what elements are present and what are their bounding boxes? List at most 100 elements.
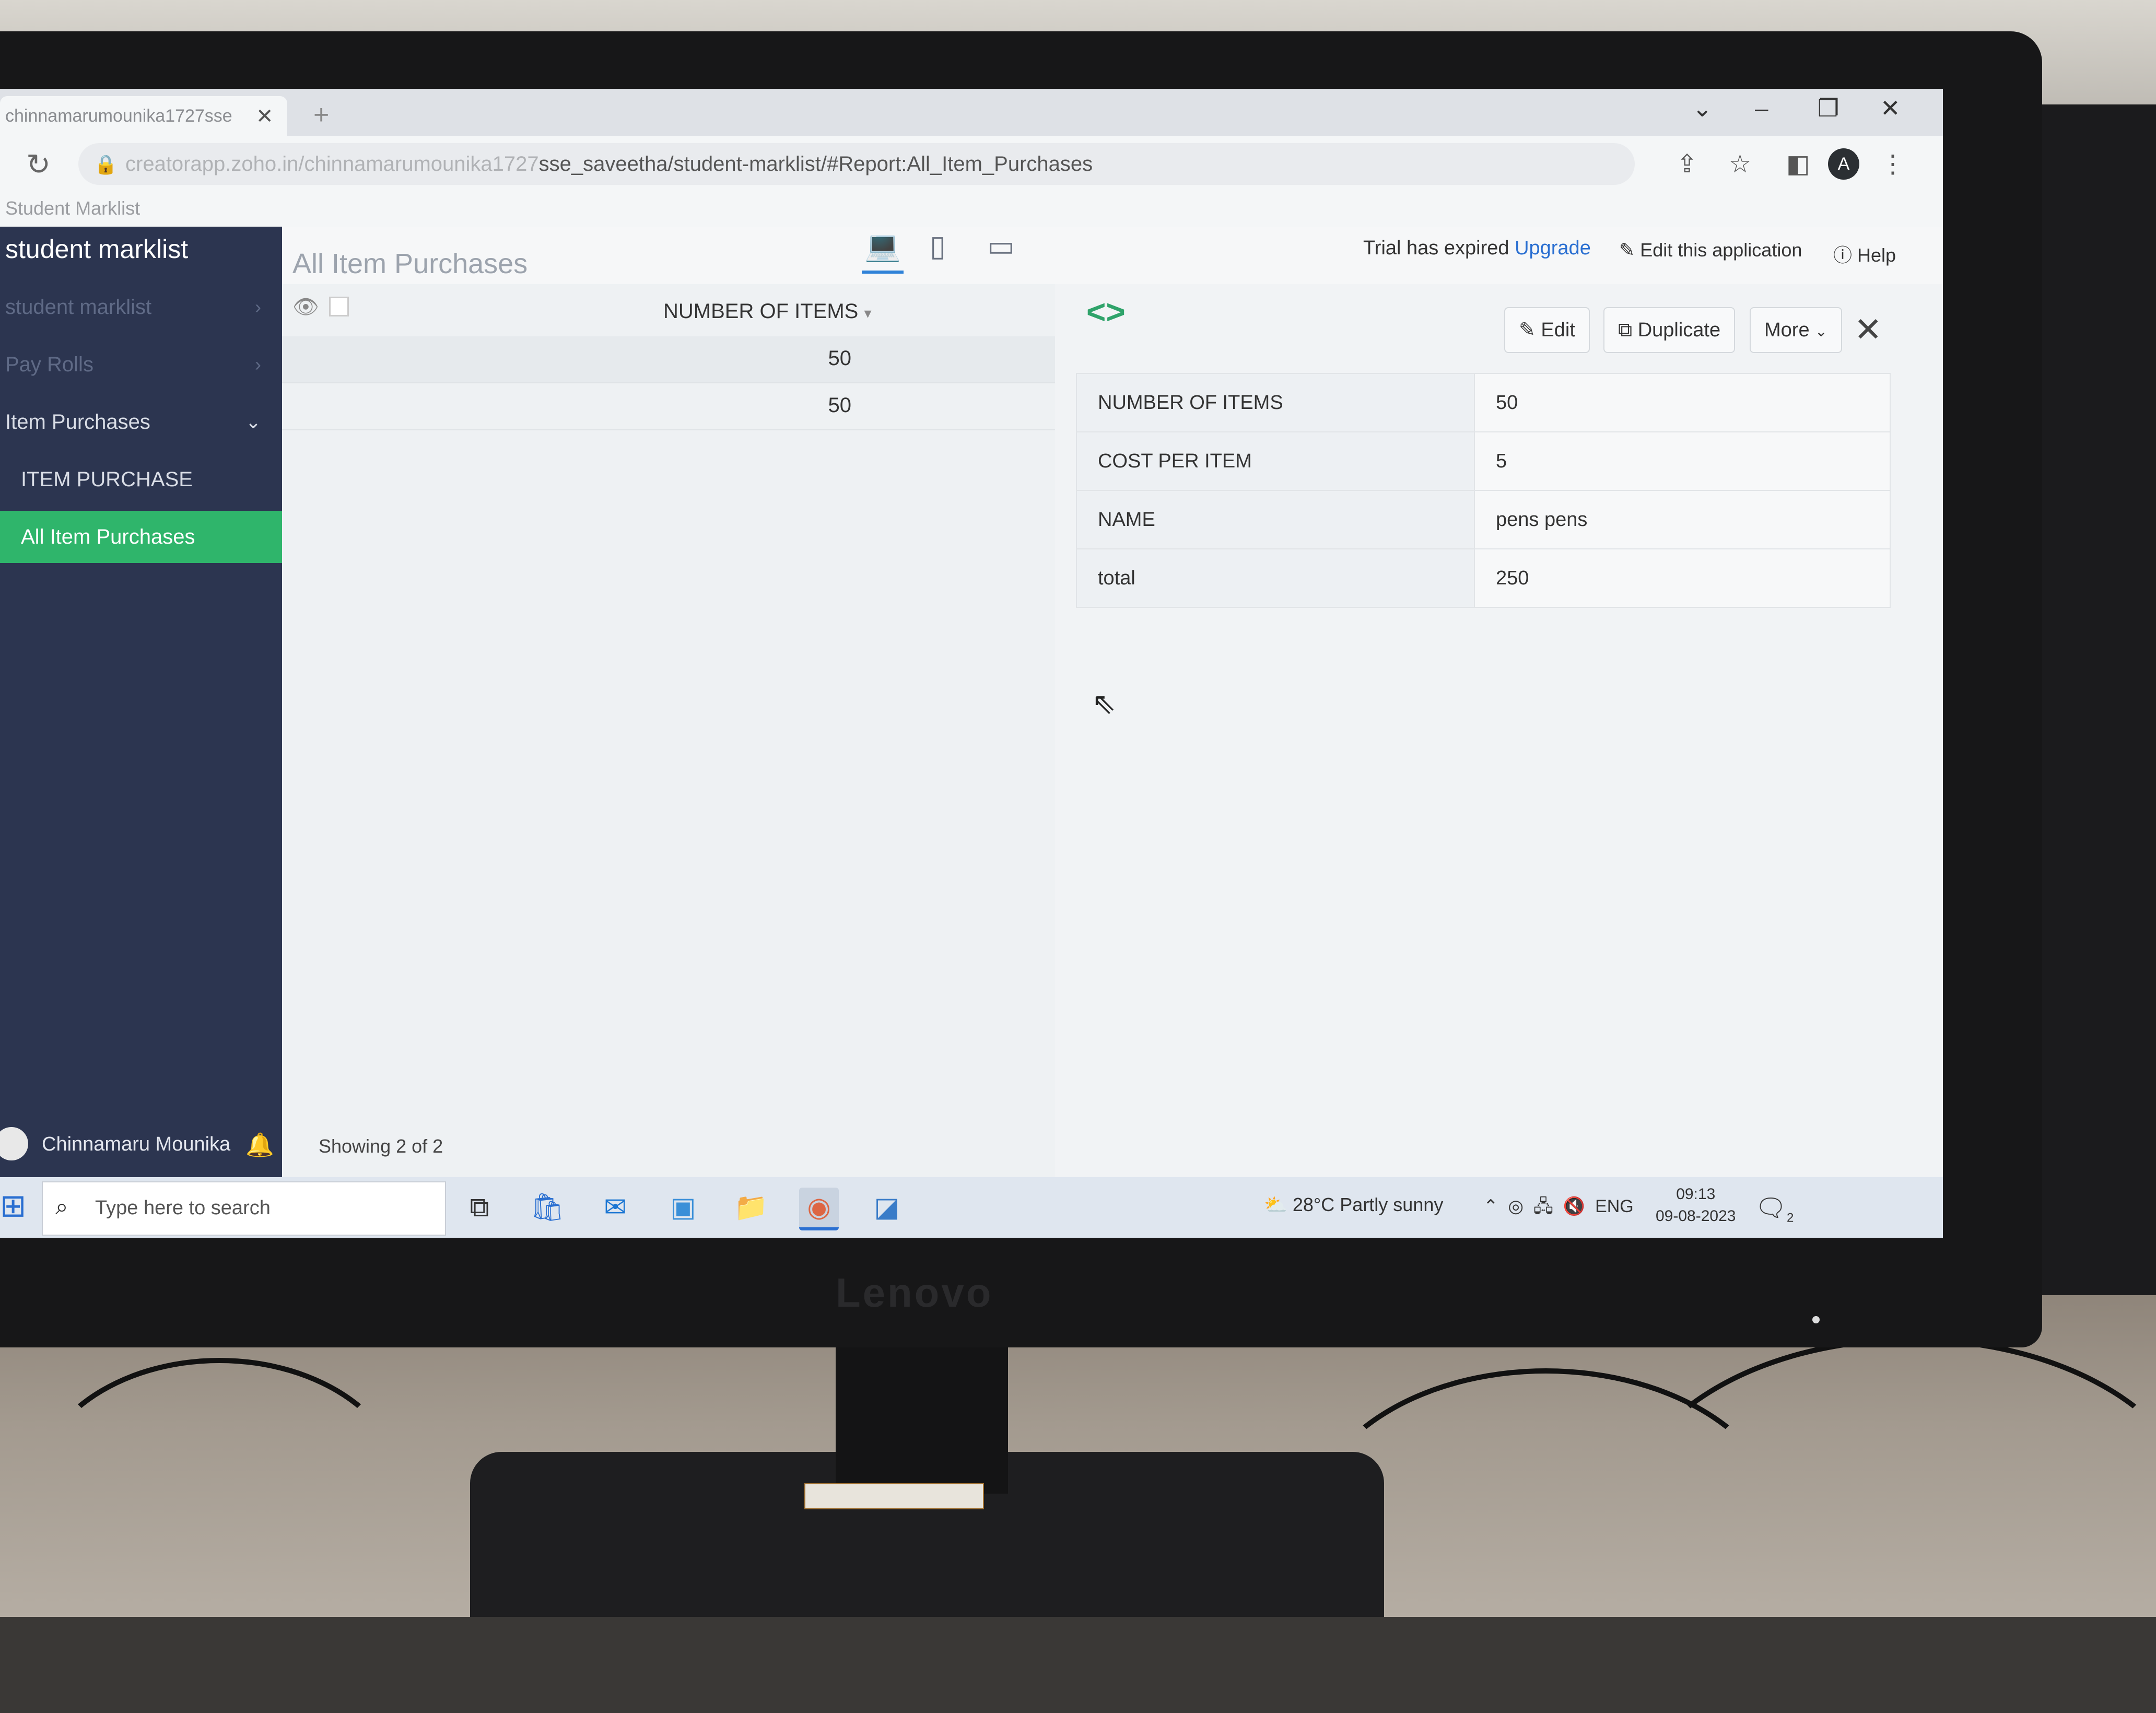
screen: chinnamarumounika1727sse ✕ + ⌄ – ❐ ✕ ↻ 🔒… [0,89,1943,1238]
help-icon: ⓘ [1833,244,1853,266]
store-icon[interactable]: 🛍 [528,1188,567,1227]
edit-button[interactable]: ✎ Edit [1504,307,1590,353]
profile-avatar[interactable]: A [1828,148,1859,180]
sidebar-item-pay-rolls[interactable]: Pay Rolls › [0,338,282,391]
browser-tab[interactable]: chinnamarumounika1727sse [0,96,287,136]
duplicate-button[interactable]: ⧉ Duplicate [1603,307,1736,353]
avatar[interactable] [0,1127,28,1160]
sidebar: student marklist student marklist › Pay … [0,227,282,1177]
sidebar-item-all-item-purchases[interactable]: All Item Purchases [0,511,282,563]
minimize-icon[interactable]: – [1755,94,1768,122]
edit-label: Edit [1541,319,1575,341]
active-device-indicator [862,271,904,274]
side-panel-icon[interactable]: ◧ [1786,149,1810,179]
phone-view-icon[interactable]: ▯ [930,229,946,263]
column-header-number-of-items[interactable]: NUMBER OF ITEMS ▾ [663,300,872,323]
sidebar-item-label: Item Purchases [5,410,150,433]
more-label: More [1764,319,1810,341]
window-close-icon[interactable]: ✕ [1880,94,1901,122]
mouse-cursor-icon: ⇖ [1092,687,1116,720]
table-row[interactable]: 50 [282,336,1055,383]
tray-chevron-icon[interactable]: ⌃ [1483,1196,1498,1216]
sidebar-item-label: Pay Rolls [5,353,93,376]
taskbar-search[interactable]: ⌕ Type here to search [42,1181,446,1236]
windows-start-icon[interactable]: ⊞ [0,1188,26,1224]
sidebar-item-item-purchases[interactable]: Item Purchases ⌄ [0,396,282,448]
field-value: 50 [1474,373,1891,432]
browser-menu-icon[interactable]: ⋮ [1880,149,1905,179]
record-count: Showing 2 of 2 [319,1135,443,1157]
restore-icon[interactable]: ❐ [1818,94,1839,122]
file-explorer-icon[interactable]: 📁 [731,1188,771,1227]
weather-widget[interactable]: ⛅ 28°C Partly sunny [1264,1194,1443,1216]
detail-row: NUMBER OF ITEMS 50 [1076,373,1891,432]
code-icon[interactable]: <> [1086,292,1126,331]
task-view-icon[interactable]: ⧉ [460,1188,499,1227]
user-profile[interactable]: Chinnamaru Mounika 🔔 [0,1120,282,1172]
chevron-down-icon: ⌄ [245,411,261,432]
tab-close-icon[interactable]: ✕ [256,104,274,128]
tablet-view-icon[interactable]: ▭ [987,229,1015,263]
field-value: 5 [1474,431,1891,491]
sidebar-item-item-purchase-form[interactable]: ITEM PURCHASE [0,453,282,506]
new-tab-icon[interactable]: + [313,99,329,131]
help-label: Help [1857,244,1896,266]
bell-icon[interactable]: 🔔 [245,1131,274,1158]
more-button[interactable]: More ⌄ [1750,307,1842,353]
sidebar-item-student-marklist[interactable]: student marklist › [0,281,282,333]
field-value: pens pens [1474,490,1891,549]
user-name: Chinnamaru Mounika [42,1133,231,1155]
tab-search-chevron-icon[interactable]: ⌄ [1692,94,1713,122]
cell-number-of-items: 50 [828,394,852,417]
chrome-icon[interactable]: ◉ [799,1188,839,1230]
browser-toolbar: ↻ 🔒 creatorapp.zoho.in/chinnamarumounika… [0,136,1943,193]
cable [31,1358,407,1629]
sidebar-item-label: student marklist [5,296,152,319]
trial-notice: Trial has expired Upgrade [1363,237,1591,260]
pencil-icon: ✎ [1619,239,1635,261]
app-icon[interactable]: ◪ [867,1188,907,1227]
system-tray: ⌃ ◎ 🖧 🔇 ENG [1483,1194,1634,1224]
lock-icon[interactable]: 🔒 [94,154,118,175]
help-button[interactable]: ⓘ Help [1833,240,1896,267]
notification-icon[interactable]: 🗨2 [1755,1193,1794,1226]
app-name[interactable]: student marklist [5,234,188,264]
bookmark-student-marklist[interactable]: Student Marklist [5,197,140,219]
close-icon[interactable]: ✕ [1854,310,1882,349]
eye-icon[interactable]: 👁 [292,295,319,319]
taskbar: ⊞ ⌕ Type here to search ⧉ 🛍 ✉ ▣ 📁 ◉ ◪ ⛅ … [0,1177,1943,1238]
field-label: COST PER ITEM [1076,431,1475,491]
mail-icon[interactable]: ✉ [595,1188,635,1227]
monitor-stand-neck [836,1337,1008,1494]
sidebar-item-label: ITEM PURCHASE [21,468,193,491]
select-all-checkbox[interactable] [329,297,349,316]
clock[interactable]: 09:13 09-08-2023 [1656,1183,1736,1227]
edit-application-button[interactable]: ✎ Edit this application [1619,239,1802,261]
chevron-down-icon: ⌄ [1815,323,1827,339]
field-value: 250 [1474,548,1891,608]
network-icon[interactable]: 🖧 [1533,1196,1553,1216]
clock-date: 09-08-2023 [1656,1207,1736,1225]
meet-icon[interactable]: ◎ [1508,1196,1524,1216]
tab-title: chinnamarumounika1727sse [5,106,232,126]
reload-icon[interactable]: ↻ [26,147,51,182]
duplicate-label: Duplicate [1637,319,1721,341]
share-icon[interactable]: ⇪ [1677,149,1697,179]
table-row[interactable]: 50 [282,383,1055,430]
field-label: total [1076,548,1475,608]
desktop-view-icon[interactable]: 💻 [864,229,901,263]
record-detail: <> ✎ Edit ⧉ Duplicate More ⌄ ✕ NUMBER OF… [1055,284,1943,1177]
address-bar[interactable]: 🔒 creatorapp.zoho.in/chinnamarumounika17… [78,143,1635,185]
star-icon[interactable]: ☆ [1729,149,1751,179]
search-icon: ⌕ [55,1194,68,1219]
language-indicator[interactable]: ENG [1595,1196,1634,1216]
app-icon[interactable]: ▣ [663,1188,703,1227]
upgrade-link[interactable]: Upgrade [1515,237,1591,259]
volume-muted-icon[interactable]: 🔇 [1563,1196,1585,1216]
pencil-icon: ✎ [1519,319,1536,341]
chevron-right-icon: › [255,354,261,375]
browser-tabstrip: chinnamarumounika1727sse ✕ + ⌄ – ❐ ✕ [0,89,1943,136]
url-prefix: creatorapp.zoho.in/chinnamarumounika1727 [125,152,539,175]
edit-application-label: Edit this application [1640,239,1802,261]
bookmark-bar: Student Marklist [0,193,1943,227]
